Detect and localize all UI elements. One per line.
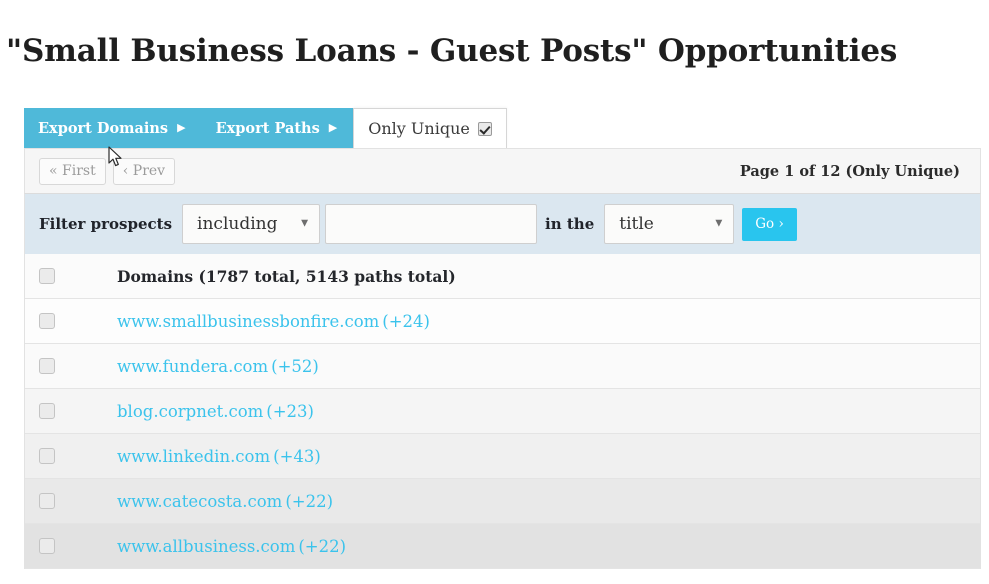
row-select-checkbox[interactable] xyxy=(39,313,55,329)
filter-mode-value: including xyxy=(197,214,278,234)
domain-link[interactable]: www.smallbusinessbonfire.com xyxy=(117,312,379,331)
table-row: www.fundera.com (+52) xyxy=(25,344,980,389)
export-paths-button[interactable]: Export Paths ▶ xyxy=(199,108,354,148)
domain-path-count: (+43) xyxy=(273,446,321,466)
domain-link[interactable]: www.fundera.com xyxy=(117,357,268,376)
chevron-down-icon: ▼ xyxy=(715,218,723,229)
table-row: www.smallbusinessbonfire.com (+24) xyxy=(25,299,980,344)
row-select-checkbox[interactable] xyxy=(39,538,55,554)
domain-path-count: (+52) xyxy=(271,356,319,376)
filter-label: Filter prospects xyxy=(39,215,173,233)
domain-path-count: (+23) xyxy=(266,401,314,421)
caret-right-icon: ▶ xyxy=(328,120,338,134)
pagination-bar: « First ‹ Prev Page 1 of 12 (Only Unique… xyxy=(24,148,981,194)
toolbar: Export Domains ▶ Export Paths ▶ Only Uni… xyxy=(24,108,507,148)
domain-path-count: (+22) xyxy=(298,536,347,556)
in-the-label: in the xyxy=(545,215,595,233)
filter-bar: Filter prospects including ▼ in the titl… xyxy=(24,194,981,254)
domain-cell: www.linkedin.com (+43) xyxy=(117,447,321,466)
domain-link[interactable]: www.allbusiness.com xyxy=(117,537,295,556)
domains-column-header: Domains (1787 total, 5143 paths total) xyxy=(117,266,456,286)
table-body: www.smallbusinessbonfire.com (+24) www.fun… xyxy=(25,299,980,569)
table-header-row: Domains (1787 total, 5143 paths total) xyxy=(25,254,980,299)
domain-cell: www.smallbusinessbonfire.com (+24) xyxy=(117,312,430,331)
export-paths-label: Export Paths xyxy=(215,119,320,137)
first-page-button[interactable]: « First xyxy=(39,157,106,185)
table-row: www.linkedin.com (+43) xyxy=(25,434,980,479)
filter-mode-select[interactable]: including ▼ xyxy=(182,204,321,244)
page-status: Page 1 of 12 (Only Unique) xyxy=(739,162,960,180)
only-unique-label: Only Unique xyxy=(368,119,470,138)
select-all-checkbox[interactable] xyxy=(39,268,55,284)
table-row: blog.corpnet.com (+23) xyxy=(25,389,980,434)
filter-field-select[interactable]: title ▼ xyxy=(604,204,735,244)
app-root: "Small Business Loans - Guest Posts" Opp… xyxy=(0,0,989,584)
caret-right-icon: ▶ xyxy=(177,120,186,134)
domain-link[interactable]: www.catecosta.com xyxy=(117,492,282,511)
domain-cell: www.fundera.com (+52) xyxy=(117,357,319,376)
row-select-checkbox[interactable] xyxy=(39,493,55,509)
table-row: www.catecosta.com (+22) xyxy=(25,479,980,524)
domain-link[interactable]: blog.corpnet.com xyxy=(117,402,263,421)
row-select-checkbox[interactable] xyxy=(39,403,55,419)
filter-field-value: title xyxy=(619,214,654,234)
domain-cell: www.allbusiness.com (+22) xyxy=(117,537,346,556)
row-select-checkbox[interactable] xyxy=(39,448,55,464)
domain-cell: www.catecosta.com (+22) xyxy=(117,492,333,511)
domains-table: Domains (1787 total, 5143 paths total) w… xyxy=(24,254,981,569)
domain-path-count: (+24) xyxy=(382,311,430,331)
only-unique-tab[interactable]: Only Unique xyxy=(353,108,507,148)
chevron-down-icon: ▼ xyxy=(301,218,309,229)
prev-page-button[interactable]: ‹ Prev xyxy=(112,157,176,185)
prospects-panel: Export Domains ▶ Export Paths ▶ Only Uni… xyxy=(24,108,981,569)
filter-query-input[interactable] xyxy=(325,204,538,244)
export-domains-button[interactable]: Export Domains ▶ xyxy=(24,108,200,148)
go-button[interactable]: Go › xyxy=(742,207,797,241)
row-select-checkbox[interactable] xyxy=(39,358,55,374)
only-unique-checkbox[interactable] xyxy=(477,121,492,136)
domain-cell: blog.corpnet.com (+23) xyxy=(117,402,314,421)
page-title: "Small Business Loans - Guest Posts" Opp… xyxy=(6,32,898,69)
export-domains-label: Export Domains xyxy=(38,119,169,137)
domain-path-count: (+22) xyxy=(285,491,334,511)
domain-link[interactable]: www.linkedin.com xyxy=(117,447,270,466)
table-row: www.allbusiness.com (+22) xyxy=(25,524,980,569)
